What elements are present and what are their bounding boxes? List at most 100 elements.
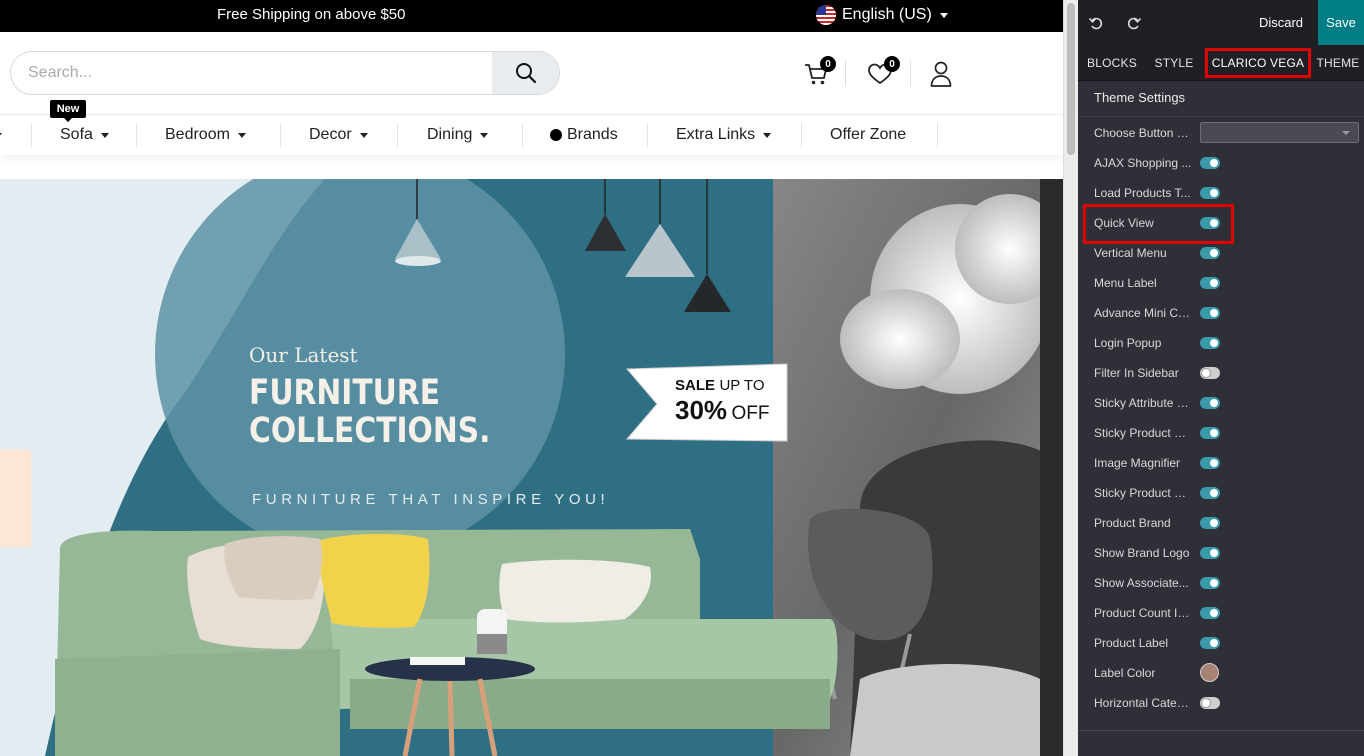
option-toggle[interactable] <box>1200 307 1220 319</box>
search-input[interactable] <box>11 52 493 94</box>
option-toggle[interactable] <box>1200 217 1220 229</box>
option-row-advance-mini-cart: Advance Mini Cart <box>1078 298 1364 328</box>
chevron-down-icon <box>0 132 2 138</box>
language-selector[interactable]: English (US) <box>816 5 948 25</box>
option-row-show-brand-logo: Show Brand Logo <box>1078 538 1364 568</box>
option-label: Product Count In... <box>1094 606 1192 620</box>
undo-icon <box>1088 17 1103 30</box>
sale-badge-text: SALE UP TO 30% OFF <box>675 377 785 426</box>
option-toggle[interactable] <box>1200 337 1220 349</box>
option-row-sticky-product-g: Sticky Product G... <box>1078 418 1364 448</box>
editor-tabs: BLOCKS STYLE CLARICO VEGA THEME <box>1078 45 1364 81</box>
option-row-show-associate: Show Associate... <box>1078 568 1364 598</box>
option-toggle[interactable] <box>1200 517 1220 529</box>
page-scrollbar[interactable] <box>1063 0 1078 756</box>
menu-new-label: New <box>50 100 86 122</box>
option-toggle[interactable] <box>1200 547 1220 559</box>
option-toggle[interactable] <box>1200 637 1220 649</box>
search-icon <box>515 63 536 84</box>
menu-item-offer-zone[interactable]: Offer Zone <box>830 115 906 155</box>
option-toggle[interactable] <box>1200 577 1220 589</box>
option-toggle[interactable] <box>1200 247 1220 259</box>
chevron-down-icon <box>100 132 109 138</box>
tab-theme[interactable]: THEME <box>1314 48 1362 78</box>
option-toggle[interactable] <box>1200 427 1220 439</box>
option-label: Show Associate... <box>1094 576 1189 590</box>
option-color-swatch[interactable] <box>1200 663 1219 682</box>
hero-banner[interactable]: Our Latest FURNITURE COLLECTIONS. FURNIT… <box>0 179 1063 756</box>
menu-item-label: Extra Links <box>676 126 756 143</box>
option-toggle[interactable] <box>1200 607 1220 619</box>
menu-divider <box>522 123 523 147</box>
editor-panel: Discard Save BLOCKS STYLE CLARICO VEGA T… <box>1078 0 1364 756</box>
menu-item-label: Dining <box>427 126 473 143</box>
option-toggle[interactable] <box>1200 397 1220 409</box>
menu-item-label: Sofa <box>60 126 93 143</box>
option-label: Filter In Sidebar <box>1094 366 1179 380</box>
user-icon <box>930 61 952 87</box>
sale-percent: 30% <box>675 395 728 425</box>
search-button[interactable] <box>492 52 559 94</box>
option-toggle[interactable] <box>1200 157 1220 169</box>
option-row-product-label: Product Label <box>1078 628 1364 658</box>
option-toggle[interactable] <box>1200 367 1220 379</box>
sale-word: SALE <box>675 377 716 394</box>
menu-divider <box>937 123 938 147</box>
option-toggle[interactable] <box>1200 697 1220 709</box>
option-label: Vertical Menu <box>1094 246 1167 260</box>
option-row-vertical-menu: Vertical Menu <box>1078 238 1364 268</box>
wishlist-button[interactable]: 0 <box>862 56 900 92</box>
option-row-filter-in-sidebar: Filter In Sidebar <box>1078 358 1364 388</box>
menu-item-extra-links[interactable]: Extra Links <box>676 115 772 155</box>
menu-divider <box>647 123 648 147</box>
screen: Free Shipping on above $50 English (US) <box>0 0 1364 756</box>
menu-item-dining[interactable]: Dining <box>427 115 489 155</box>
option-row-quick-view: Quick View <box>1078 208 1364 238</box>
menu-item-label: Offer Zone <box>830 126 907 143</box>
option-label: Sticky Attribute &... <box>1094 396 1192 410</box>
option-row-load-products-t: Load Products T... <box>1078 178 1364 208</box>
option-label: Sticky Product G... <box>1094 426 1192 440</box>
menu-divider <box>280 123 281 147</box>
discard-button[interactable]: Discard <box>1244 0 1318 45</box>
option-label: Image Magnifier <box>1094 456 1181 470</box>
menu-item-decor[interactable]: Decor <box>309 115 368 155</box>
chevron-down-icon <box>237 132 246 138</box>
option-toggle[interactable] <box>1200 457 1220 469</box>
menu-item-brands[interactable]: Brands <box>550 115 618 155</box>
menu-item-bedroom[interactable]: Bedroom <box>165 115 246 155</box>
option-label: Horizontal Categ... <box>1094 696 1192 710</box>
account-button[interactable] <box>923 56 959 92</box>
cart-button[interactable]: 0 <box>798 56 836 92</box>
option-row-login-popup: Login Popup <box>1078 328 1364 358</box>
tab-clarico-vega[interactable]: CLARICO VEGA <box>1205 48 1311 78</box>
scrollbar-thumb[interactable] <box>1067 3 1075 155</box>
option-row-horizontal-categ: Horizontal Categ... <box>1078 688 1364 718</box>
brands-dot-icon <box>550 129 562 141</box>
editor-toolbar: Discard Save <box>1078 0 1364 45</box>
sale-off: OFF <box>731 403 770 424</box>
option-toggle[interactable] <box>1200 277 1220 289</box>
sale-upto: UP TO <box>719 377 765 394</box>
menu-item-cutoff[interactable] <box>0 115 2 155</box>
option-row-sticky-attribute: Sticky Attribute &... <box>1078 388 1364 418</box>
site-header: 0 0 <box>0 32 1063 114</box>
announcement-bar: Free Shipping on above $50 English (US) <box>0 0 1063 32</box>
menu-item-label: Bedroom <box>165 126 230 143</box>
announcement-text: Free Shipping on above $50 <box>217 6 406 23</box>
tab-style[interactable]: STYLE <box>1148 48 1200 78</box>
menu-divider <box>801 123 802 147</box>
save-button[interactable]: Save <box>1318 0 1364 45</box>
menu-item-label: Decor <box>309 126 352 143</box>
redo-button[interactable] <box>1124 13 1144 33</box>
option-row-sticky-product-d: Sticky Product D... <box>1078 478 1364 508</box>
option-toggle[interactable] <box>1200 487 1220 499</box>
tab-blocks[interactable]: BLOCKS <box>1084 48 1140 78</box>
menu-item-label: Brands <box>567 126 618 143</box>
option-select[interactable] <box>1200 122 1359 143</box>
option-label: Product Label <box>1094 636 1169 650</box>
chevron-down-icon <box>480 132 489 138</box>
option-toggle[interactable] <box>1200 187 1220 199</box>
undo-button[interactable] <box>1086 13 1106 33</box>
redo-icon <box>1127 17 1142 30</box>
